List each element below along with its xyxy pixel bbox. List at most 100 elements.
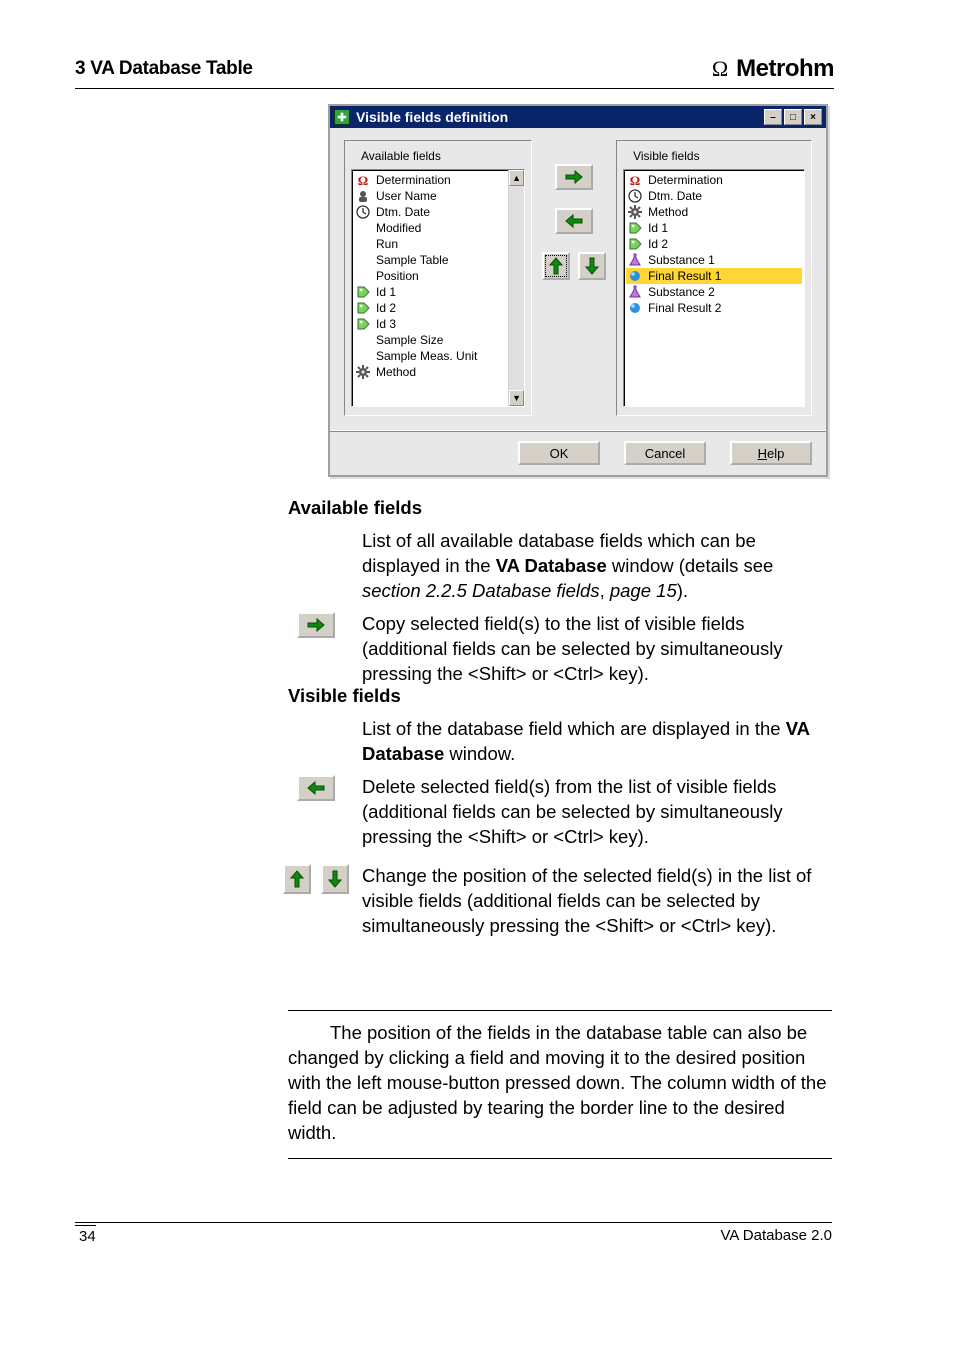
add-field-button[interactable]: [555, 164, 593, 190]
list-item-label: Position: [376, 269, 419, 283]
list-item[interactable]: Id 2: [354, 300, 506, 316]
available-fields-label: Available fields: [357, 149, 445, 163]
ball-icon: [628, 269, 642, 283]
list-item[interactable]: Final Result 2: [626, 300, 802, 316]
tag-icon: [628, 221, 642, 235]
available-heading: Available fields: [288, 496, 832, 521]
flask-icon: [628, 253, 642, 267]
delete-description: Delete selected field(s) from the list o…: [362, 775, 832, 850]
remove-field-button[interactable]: [555, 208, 593, 234]
gear-icon: [356, 365, 370, 379]
app-icon: ✚: [334, 109, 350, 125]
list-item[interactable]: User Name: [354, 188, 506, 204]
list-item[interactable]: Id 3: [354, 316, 506, 332]
list-item-label: Method: [376, 365, 416, 379]
chapter-title: 3 VA Database Table: [75, 58, 253, 80]
gear-icon: [628, 205, 642, 219]
svg-text:Ω: Ω: [712, 58, 728, 80]
move-up-icon: [283, 864, 311, 894]
list-item[interactable]: Dtm. Date: [626, 188, 802, 204]
scroll-down-icon[interactable]: ▼: [509, 390, 524, 406]
bottom-note: The position of the fields in the databa…: [288, 1010, 832, 1159]
list-item-label: Substance 2: [648, 285, 715, 299]
list-item-label: Modified: [376, 221, 421, 235]
available-fields-panel: Available fields DeterminationUser NameD…: [344, 140, 532, 416]
omega-icon: [628, 173, 642, 187]
omega-icon: Ω: [708, 58, 732, 80]
clock-icon: [628, 189, 642, 203]
maximize-button[interactable]: □: [784, 109, 802, 125]
list-item-label: Final Result 2: [648, 301, 721, 315]
tag-icon: [356, 317, 370, 331]
move-down-button[interactable]: [578, 252, 606, 280]
list-item[interactable]: Substance 2: [626, 284, 802, 300]
visible-fields-list[interactable]: Determination Dtm. Date Method Id 1 Id 2 Subs…: [623, 169, 805, 407]
list-item[interactable]: Substance 1: [626, 252, 802, 268]
blank-icon: [356, 221, 370, 235]
list-item[interactable]: Id 1: [626, 220, 802, 236]
cancel-button[interactable]: Cancel: [624, 441, 706, 465]
list-item[interactable]: Id 1: [354, 284, 506, 300]
list-item-label: Id 1: [648, 221, 668, 235]
list-item[interactable]: Sample Meas. Unit: [354, 348, 506, 364]
ok-button[interactable]: OK: [518, 441, 600, 465]
list-item-label: Dtm. Date: [648, 189, 702, 203]
list-item[interactable]: Determination: [626, 172, 802, 188]
available-fields-section: Available fields List of all available d…: [288, 496, 832, 687]
list-item[interactable]: Id 2: [626, 236, 802, 252]
list-item[interactable]: Determination: [354, 172, 506, 188]
help-button[interactable]: Help: [730, 441, 812, 465]
list-item-label: Sample Meas. Unit: [376, 349, 477, 363]
scroll-up-icon[interactable]: ▲: [509, 170, 524, 186]
blank-icon: [356, 333, 370, 347]
visible-fields-section: Visible fields List of the database fiel…: [288, 684, 832, 939]
add-field-icon: [297, 612, 335, 638]
list-item-label: Dtm. Date: [376, 205, 430, 219]
visible-heading: Visible fields: [288, 684, 832, 709]
window-title: Visible fields definition: [356, 109, 508, 125]
list-item-label: Final Result 1: [648, 269, 721, 283]
titlebar: ✚ Visible fields definition – □ ×: [330, 106, 826, 128]
list-item[interactable]: Method: [626, 204, 802, 220]
ball-icon: [628, 301, 642, 315]
list-item-label: Id 3: [376, 317, 396, 331]
list-item[interactable]: Run: [354, 236, 506, 252]
blank-icon: [356, 253, 370, 267]
move-up-button[interactable]: [542, 252, 570, 280]
list-item-label: Id 1: [376, 285, 396, 299]
minimize-button[interactable]: –: [764, 109, 782, 125]
list-item[interactable]: Sample Size: [354, 332, 506, 348]
visible-description: List of the database field which are dis…: [362, 717, 832, 767]
copy-description: Copy selected field(s) to the list of vi…: [362, 612, 832, 687]
list-item[interactable]: Modified: [354, 220, 506, 236]
list-item[interactable]: Final Result 1: [626, 268, 802, 284]
clock-icon: [356, 205, 370, 219]
header-rule: [75, 88, 834, 89]
blank-icon: [356, 269, 370, 283]
list-item-label: Determination: [376, 173, 451, 187]
visible-fields-dialog: ✚ Visible fields definition – □ × Availa…: [328, 104, 828, 477]
page-footer: 34 VA Database 2.0: [75, 1222, 832, 1245]
remove-field-icon: [297, 775, 335, 801]
flask-icon: [628, 285, 642, 299]
visible-fields-panel: Visible fields Determination Dtm. Date Met…: [616, 140, 812, 416]
omega-icon: [356, 173, 370, 187]
list-item-label: Method: [648, 205, 688, 219]
list-item[interactable]: Dtm. Date: [354, 204, 506, 220]
move-down-icon: [321, 864, 349, 894]
user-icon: [356, 189, 370, 203]
visible-fields-label: Visible fields: [629, 149, 703, 163]
close-button[interactable]: ×: [804, 109, 822, 125]
available-fields-list[interactable]: DeterminationUser NameDtm. Date ModifiedR…: [351, 169, 525, 407]
list-item-label: Substance 1: [648, 253, 715, 267]
list-item[interactable]: Position: [354, 268, 506, 284]
list-item-label: Id 2: [648, 237, 668, 251]
list-item-label: Sample Table: [376, 253, 449, 267]
available-description: List of all available database fields wh…: [362, 529, 832, 604]
list-item-label: Determination: [648, 173, 723, 187]
list-item-label: Id 2: [376, 301, 396, 315]
brand-logo: Ω Metrohm: [708, 55, 834, 83]
list-item[interactable]: Method: [354, 364, 506, 380]
brand-text: Metrohm: [736, 55, 834, 83]
list-item[interactable]: Sample Table: [354, 252, 506, 268]
